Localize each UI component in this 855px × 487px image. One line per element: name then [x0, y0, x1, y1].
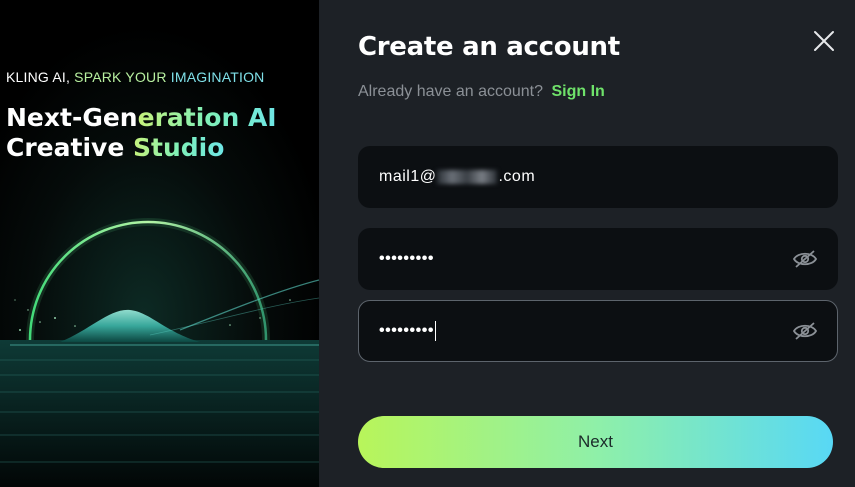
close-icon[interactable]: [812, 29, 836, 53]
password-value: •••••••••: [379, 250, 434, 267]
hero-headline: Next-Generation AI Creative Studio: [6, 103, 277, 163]
redacted-blur: [437, 169, 498, 184]
page-title: Create an account: [358, 32, 620, 62]
headline-line-1: Next-Generation AI: [6, 103, 277, 132]
email-field[interactable]: mail1@ .com: [358, 146, 838, 208]
signin-prompt: Already have an account? Sign In: [358, 83, 605, 101]
tagline-part-2: SPARK YOUR: [74, 69, 167, 85]
tagline-part-3: IMAGINATION: [170, 69, 265, 85]
tagline-part-1: KLING AI,: [6, 69, 71, 85]
hero-tagline: KLING AI, SPARK YOUR IMAGINATION: [6, 69, 265, 85]
signin-link[interactable]: Sign In: [551, 83, 604, 100]
signup-panel: Create an account Already have an accoun…: [319, 0, 855, 487]
next-button[interactable]: Next: [358, 416, 833, 468]
hero-panel: KLING AI, SPARK YOUR IMAGINATION Next-Ge…: [0, 0, 319, 487]
email-value: mail1@ .com: [379, 168, 536, 185]
eye-icon[interactable]: [792, 249, 818, 269]
password-field[interactable]: •••••••••: [358, 228, 838, 290]
headline-line-2: Creative Studio: [6, 133, 225, 162]
confirm-password-field[interactable]: •••••••••: [358, 300, 838, 362]
signin-prompt-text: Already have an account?: [358, 83, 544, 100]
confirm-password-value: •••••••••: [379, 322, 434, 339]
eye-icon[interactable]: [792, 321, 818, 341]
text-caret: [434, 321, 436, 341]
